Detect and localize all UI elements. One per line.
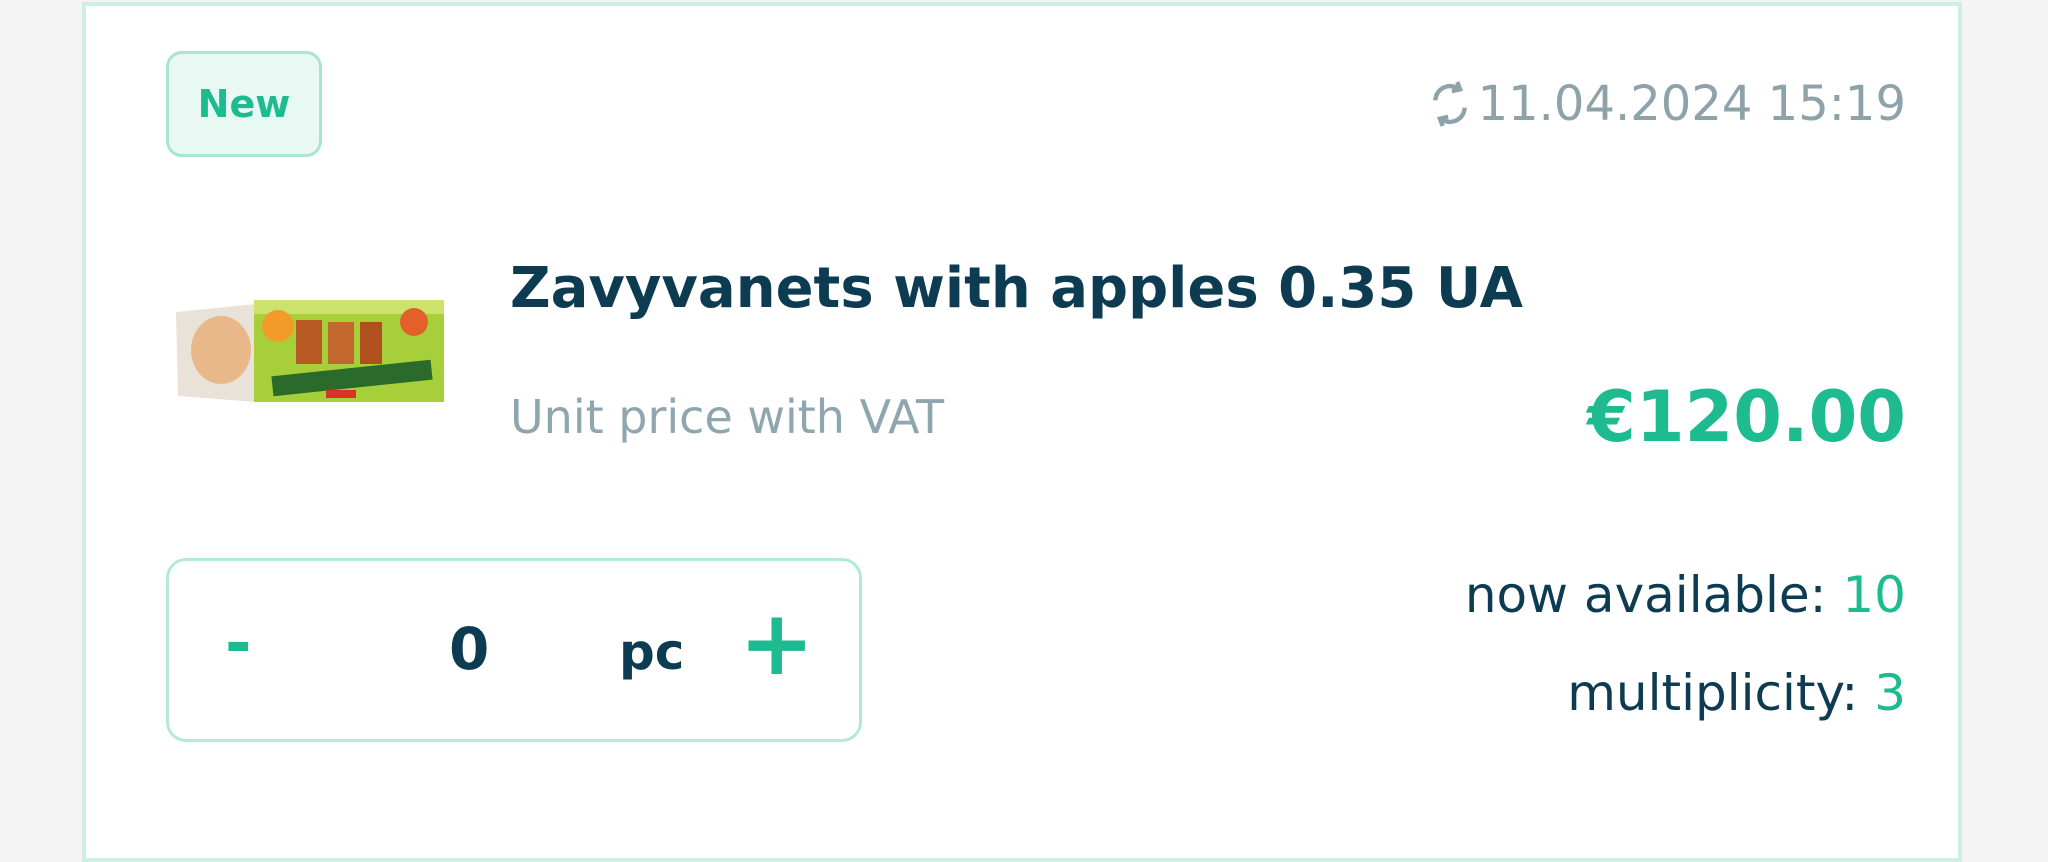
- product-image[interactable]: [176, 292, 446, 412]
- price-label: Unit price with VAT: [510, 390, 945, 444]
- quantity-unit: pc: [619, 623, 685, 681]
- decrease-button[interactable]: -: [225, 607, 252, 681]
- new-badge: New: [166, 51, 322, 157]
- last-updated: 11.04.2024 15:19: [1428, 76, 1906, 132]
- product-card: New 11.04.2024 15:19 Zavyvanets with app…: [82, 2, 1962, 862]
- refresh-icon: [1432, 81, 1467, 127]
- stock-info: now available: 10 multiplicity: 3: [1465, 566, 1906, 762]
- available-value: 10: [1842, 566, 1906, 624]
- increase-button[interactable]: +: [739, 591, 814, 696]
- multiplicity-row: multiplicity: 3: [1465, 664, 1906, 722]
- quantity-stepper: - 0 pc +: [166, 558, 862, 742]
- available-row: now available: 10: [1465, 566, 1906, 624]
- multiplicity-value: 3: [1874, 664, 1906, 722]
- timestamp-value: 11.04.2024 15:19: [1477, 76, 1906, 132]
- multiplicity-label: multiplicity:: [1567, 664, 1859, 722]
- product-title[interactable]: Zavyvanets with apples 0.35 UA: [510, 256, 1523, 321]
- quantity-input[interactable]: 0: [449, 615, 489, 683]
- available-label: now available:: [1464, 566, 1827, 624]
- product-price: €120.00: [1587, 376, 1906, 458]
